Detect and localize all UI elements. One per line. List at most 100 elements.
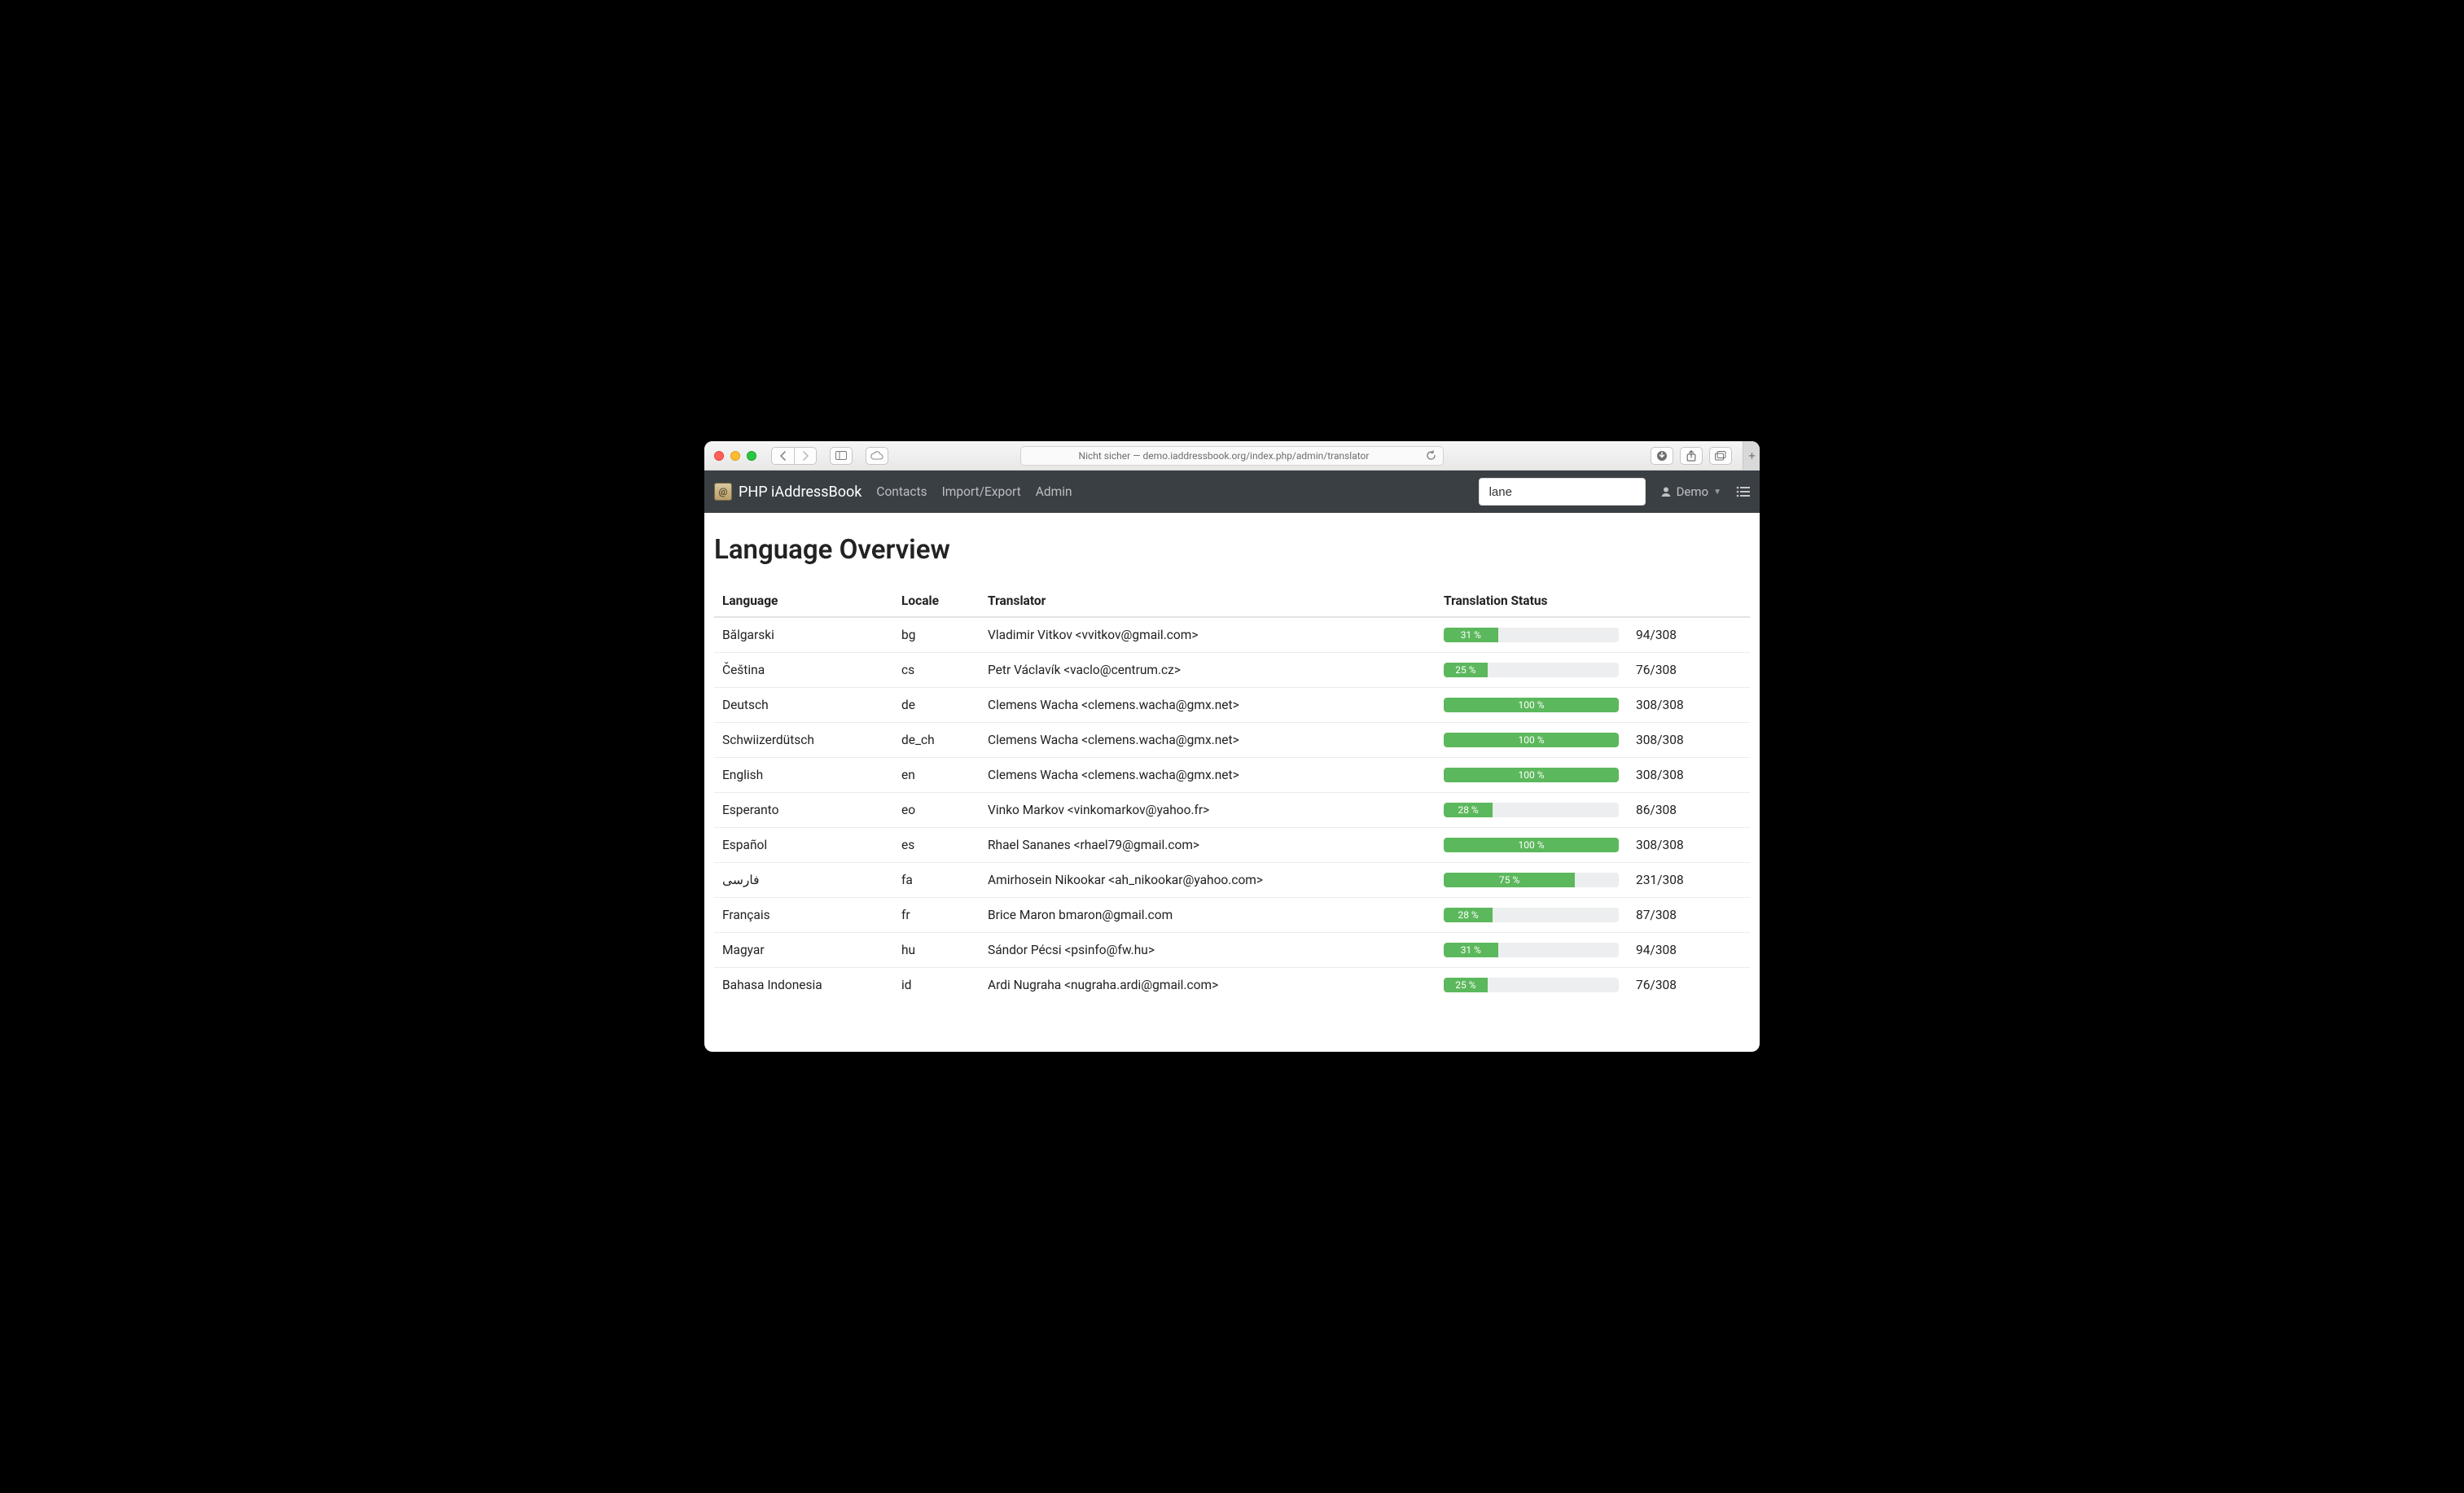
back-button[interactable] xyxy=(771,447,794,465)
progress-percent: 28 % xyxy=(1458,909,1478,921)
downloads-button[interactable] xyxy=(1651,447,1673,465)
sidebar-toggle-button[interactable] xyxy=(830,447,853,465)
cell-count: 94/308 xyxy=(1628,617,1750,653)
brand-text: PHP iAddressBook xyxy=(739,484,862,501)
cell-locale: en xyxy=(893,758,980,793)
cell-count: 308/308 xyxy=(1628,828,1750,863)
table-row: EsperantoeoVinko Markov <vinkomarkov@yah… xyxy=(714,793,1750,828)
progress-bar: 25 % xyxy=(1444,663,1619,677)
cell-locale: id xyxy=(893,968,980,1003)
progress-percent: 100 % xyxy=(1519,734,1545,746)
plus-icon: + xyxy=(1748,449,1756,463)
new-tab-button[interactable]: + xyxy=(1743,441,1760,470)
cell-progress: 25 % xyxy=(1436,653,1628,688)
table-row: MagyarhuSándor Pécsi <psinfo@fw.hu>31 %9… xyxy=(714,933,1750,968)
progress-percent: 100 % xyxy=(1519,769,1545,781)
cell-progress: 100 % xyxy=(1436,688,1628,723)
nav-link-contacts[interactable]: Contacts xyxy=(876,484,927,499)
minimize-window-button[interactable] xyxy=(730,451,740,461)
progress-bar: 100 % xyxy=(1444,698,1619,712)
progress-bar: 100 % xyxy=(1444,768,1619,782)
progress-bar: 100 % xyxy=(1444,838,1619,852)
cell-language: English xyxy=(714,758,893,793)
maximize-window-button[interactable] xyxy=(747,451,756,461)
progress-percent: 25 % xyxy=(1455,979,1475,991)
forward-button[interactable] xyxy=(794,447,817,465)
progress-bar: 75 % xyxy=(1444,873,1619,887)
cell-translator: Clemens Wacha <clemens.wacha@gmx.net> xyxy=(980,688,1436,723)
brand-icon: @ xyxy=(714,483,732,501)
titlebar: Nicht sicher — demo.iaddressbook.org/ind… xyxy=(704,441,1760,471)
nav-buttons xyxy=(771,447,817,465)
reload-button[interactable] xyxy=(1426,450,1436,461)
cell-translator: Petr Václavík <vaclo@centrum.cz> xyxy=(980,653,1436,688)
progress-percent: 100 % xyxy=(1519,839,1545,851)
cell-translator: Ardi Nugraha <nugraha.ardi@gmail.com> xyxy=(980,968,1436,1003)
cell-progress: 31 % xyxy=(1436,617,1628,653)
progress-percent: 28 % xyxy=(1458,804,1478,816)
user-label: Demo xyxy=(1677,484,1709,499)
table-row: FrançaisfrBrice Maron bmaron@gmail.com28… xyxy=(714,898,1750,933)
cell-translator: Sándor Pécsi <psinfo@fw.hu> xyxy=(980,933,1436,968)
progress-bar-fill: 31 % xyxy=(1444,628,1498,642)
cell-progress: 28 % xyxy=(1436,793,1628,828)
progress-percent: 75 % xyxy=(1499,874,1519,886)
user-icon xyxy=(1660,486,1672,497)
progress-percent: 25 % xyxy=(1455,664,1475,676)
brand[interactable]: @ PHP iAddressBook xyxy=(714,483,862,501)
nav-link-import-export[interactable]: Import/Export xyxy=(942,484,1021,499)
cell-language: فارسی xyxy=(714,863,893,898)
chevron-left-icon xyxy=(779,451,787,461)
download-icon xyxy=(1656,450,1668,462)
progress-bar: 25 % xyxy=(1444,978,1619,992)
cell-locale: eo xyxy=(893,793,980,828)
cell-locale: cs xyxy=(893,653,980,688)
cell-locale: bg xyxy=(893,617,980,653)
user-menu[interactable]: Demo ▼ xyxy=(1660,484,1721,499)
progress-bar-fill: 25 % xyxy=(1444,663,1488,677)
progress-bar-fill: 100 % xyxy=(1444,698,1619,712)
close-window-button[interactable] xyxy=(714,451,724,461)
nav-right: Demo ▼ xyxy=(1479,478,1750,506)
progress-bar-fill: 75 % xyxy=(1444,873,1575,887)
progress-bar-fill: 25 % xyxy=(1444,978,1488,992)
progress-percent: 100 % xyxy=(1519,699,1545,711)
table-header-row: Language Locale Translator Translation S… xyxy=(714,585,1750,617)
col-language: Language xyxy=(714,585,893,617)
browser-window: Nicht sicher — demo.iaddressbook.org/ind… xyxy=(704,441,1760,1052)
cell-locale: de xyxy=(893,688,980,723)
chevron-right-icon xyxy=(801,451,809,461)
search-input[interactable] xyxy=(1479,478,1646,506)
cell-count: 76/308 xyxy=(1628,968,1750,1003)
icloud-tabs-button[interactable] xyxy=(866,447,888,465)
page-title: Language Overview xyxy=(714,534,1750,566)
list-toggle-button[interactable] xyxy=(1736,486,1750,497)
progress-bar-fill: 31 % xyxy=(1444,943,1498,957)
toolbar-right xyxy=(1651,447,1732,465)
tabs-button[interactable] xyxy=(1709,447,1732,465)
progress-bar: 31 % xyxy=(1444,943,1619,957)
cell-language: Español xyxy=(714,828,893,863)
cell-locale: de_ch xyxy=(893,723,980,758)
nav-link-admin[interactable]: Admin xyxy=(1036,484,1072,499)
languages-table: Language Locale Translator Translation S… xyxy=(714,585,1750,1002)
address-bar[interactable]: Nicht sicher — demo.iaddressbook.org/ind… xyxy=(1020,446,1444,466)
cell-progress: 100 % xyxy=(1436,723,1628,758)
cell-locale: es xyxy=(893,828,980,863)
progress-bar-fill: 100 % xyxy=(1444,768,1619,782)
progress-percent: 31 % xyxy=(1461,629,1481,641)
progress-percent: 31 % xyxy=(1461,944,1481,956)
caret-down-icon: ▼ xyxy=(1713,488,1721,497)
table-row: EnglishenClemens Wacha <clemens.wacha@gm… xyxy=(714,758,1750,793)
share-button[interactable] xyxy=(1680,447,1703,465)
col-status: Translation Status xyxy=(1436,585,1750,617)
cell-translator: Clemens Wacha <clemens.wacha@gmx.net> xyxy=(980,758,1436,793)
cell-language: Magyar xyxy=(714,933,893,968)
cell-translator: Amirhosein Nikookar <ah_nikookar@yahoo.c… xyxy=(980,863,1436,898)
progress-bar: 100 % xyxy=(1444,733,1619,747)
cell-language: Esperanto xyxy=(714,793,893,828)
tabs-icon xyxy=(1715,451,1726,461)
cell-translator: Vladimir Vitkov <vvitkov@gmail.com> xyxy=(980,617,1436,653)
cell-translator: Vinko Markov <vinkomarkov@yahoo.fr> xyxy=(980,793,1436,828)
share-icon xyxy=(1686,450,1696,462)
